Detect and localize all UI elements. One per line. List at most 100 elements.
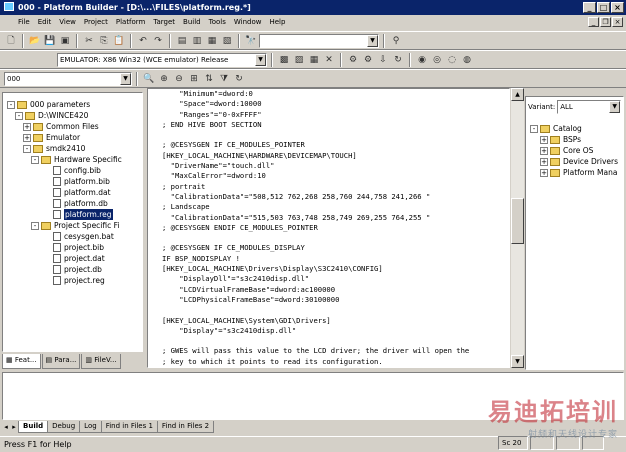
menu-tools[interactable]: Tools — [205, 15, 230, 30]
target-disconnect-icon[interactable]: ⚙ — [361, 53, 375, 67]
menu-window[interactable]: Window — [230, 15, 266, 30]
feature-add-icon[interactable]: ⊕ — [157, 72, 171, 86]
feature-filter-icon[interactable]: ⧩ — [217, 72, 231, 86]
windows-list-icon[interactable]: ▦ — [205, 34, 219, 48]
output-window[interactable] — [2, 372, 624, 420]
tree-item[interactable]: + Emulator — [23, 132, 80, 143]
tab-features[interactable]: ▦ Feat... — [2, 354, 41, 369]
redo-icon[interactable]: ↷ — [151, 34, 165, 48]
code-text[interactable]: "Minimum"=dword:0 "Space"=dword:10000 "R… — [162, 89, 469, 367]
stop-build-icon[interactable]: ✕ — [322, 53, 336, 67]
target-connect-icon[interactable]: ⚙ — [346, 53, 360, 67]
compile-icon[interactable]: ▦ — [307, 53, 321, 67]
platform-config-combo[interactable]: EMULATOR: X86 Win32 (WCE emulator) Relea… — [57, 52, 267, 67]
tree-root[interactable]: - 000 parameters — [7, 99, 90, 110]
catalog-icon[interactable]: ▧ — [220, 34, 234, 48]
menu-target[interactable]: Target — [149, 15, 179, 30]
tree-item[interactable]: - D:\WINCE420 — [15, 110, 88, 121]
find-icon[interactable]: ⚲ — [389, 34, 403, 48]
tree-item[interactable]: config.bib — [43, 165, 101, 176]
chevron-down-icon[interactable]: ▼ — [255, 53, 266, 66]
chevron-down-icon[interactable]: ▼ — [609, 101, 621, 113]
copy-icon[interactable]: ⎘ — [97, 34, 111, 48]
collapse-icon[interactable]: - — [31, 155, 39, 164]
expand-icon[interactable]: + — [540, 146, 548, 155]
debug-break-icon[interactable]: ◎ — [430, 53, 444, 67]
catalog-item-platform[interactable]: + Platform Mana — [540, 167, 617, 178]
scroll-up-icon[interactable]: ▲ — [511, 88, 524, 101]
tree-item[interactable]: project.db — [43, 264, 102, 275]
tree-item[interactable]: + Common Files — [23, 121, 99, 132]
collapse-icon[interactable]: - — [15, 111, 23, 120]
tree-item[interactable]: platform.reg — [43, 209, 113, 220]
minimize-button[interactable]: _ — [583, 2, 596, 13]
tree-item[interactable]: project.dat — [43, 253, 105, 264]
expand-icon[interactable]: + — [23, 122, 31, 131]
tab-build[interactable]: Build — [18, 420, 49, 433]
collapse-icon[interactable]: - — [23, 144, 31, 153]
tree-item[interactable]: project.bib — [43, 242, 104, 253]
menu-project[interactable]: Project — [80, 15, 112, 30]
feature-sort-icon[interactable]: ⇅ — [202, 72, 216, 86]
scroll-thumb[interactable] — [511, 198, 524, 244]
chevron-down-icon[interactable]: ▼ — [120, 72, 131, 85]
expand-icon[interactable]: + — [540, 135, 548, 144]
debug-step-icon[interactable]: ◍ — [460, 53, 474, 67]
workspace-icon[interactable]: ▤ — [175, 34, 189, 48]
cut-icon[interactable]: ✂ — [82, 34, 96, 48]
target-reset-icon[interactable]: ↻ — [391, 53, 405, 67]
paste-icon[interactable]: 📋 — [112, 34, 126, 48]
scroll-down-icon[interactable]: ▼ — [511, 355, 524, 368]
tree-item[interactable]: - Hardware Specific — [31, 154, 122, 165]
maximize-button[interactable]: □ — [597, 2, 610, 13]
find-in-files-icon[interactable]: 🔭 — [244, 34, 258, 48]
project-combo[interactable]: 000 ▼ — [4, 71, 132, 86]
save-icon[interactable]: 💾 — [43, 34, 57, 48]
variant-combo[interactable]: ALL ▼ — [557, 100, 622, 114]
catalog-item-bsps[interactable]: + BSPs — [540, 134, 581, 145]
tab-log[interactable]: Log — [79, 420, 102, 433]
chevron-down-icon[interactable]: ▼ — [367, 34, 378, 47]
feature-props-icon[interactable]: ⊞ — [187, 72, 201, 86]
tab-parameters[interactable]: ▤ Para... — [41, 354, 81, 369]
editor-vscroll[interactable]: ▲ ▼ — [511, 88, 524, 368]
feature-search-icon[interactable]: 🔍 — [142, 72, 156, 86]
save-all-icon[interactable]: ▣ — [58, 34, 72, 48]
menu-view[interactable]: View — [55, 15, 80, 30]
close-button[interactable]: × — [611, 2, 624, 13]
code-editor[interactable]: "Minimum"=dword:0 "Space"=dword:10000 "R… — [147, 88, 510, 368]
tree-item[interactable]: platform.db — [43, 198, 108, 209]
menu-file[interactable]: File — [14, 15, 34, 30]
tab-debug[interactable]: Debug — [47, 420, 81, 433]
tree-item[interactable]: platform.dat — [43, 187, 111, 198]
target-download-icon[interactable]: ⇩ — [376, 53, 390, 67]
tab-find-in-files-1[interactable]: Find in Files 1 — [100, 420, 158, 433]
expand-icon[interactable]: + — [23, 133, 31, 142]
catalog-root[interactable]: - Catalog — [530, 123, 582, 134]
collapse-icon[interactable]: - — [7, 100, 15, 109]
output-window-icon[interactable]: ▥ — [190, 34, 204, 48]
tab-scroll-right-icon[interactable]: ▸ — [10, 423, 18, 431]
undo-icon[interactable]: ↶ — [136, 34, 150, 48]
expand-icon[interactable]: + — [540, 168, 548, 177]
tree-item[interactable]: - Project Specific Fi — [31, 220, 119, 231]
tab-fileview[interactable]: ▥ FileV... — [81, 354, 121, 369]
catalog-item-coreos[interactable]: + Core OS — [540, 145, 593, 156]
rebuild-icon[interactable]: ▨ — [292, 53, 306, 67]
build-platform-icon[interactable]: ▩ — [277, 53, 291, 67]
tab-scroll-left-icon[interactable]: ◂ — [2, 423, 10, 431]
menu-build[interactable]: Build — [179, 15, 205, 30]
tree-item[interactable]: platform.bib — [43, 176, 110, 187]
mdi-close-button[interactable]: × — [612, 17, 623, 27]
feature-remove-icon[interactable]: ⊖ — [172, 72, 186, 86]
tree-item[interactable]: project.reg — [43, 275, 105, 286]
tree-item[interactable]: - smdk2410 — [23, 143, 85, 154]
catalog-item-drivers[interactable]: + Device Drivers — [540, 156, 618, 167]
collapse-icon[interactable]: - — [31, 221, 39, 230]
menu-edit[interactable]: Edit — [34, 15, 56, 30]
tree-item[interactable]: cesysgen.bat — [43, 231, 114, 242]
tab-find-in-files-2[interactable]: Find in Files 2 — [156, 420, 215, 433]
find-combo[interactable]: ▼ — [259, 33, 379, 48]
expand-icon[interactable]: + — [540, 157, 548, 166]
collapse-icon[interactable]: - — [530, 124, 538, 133]
